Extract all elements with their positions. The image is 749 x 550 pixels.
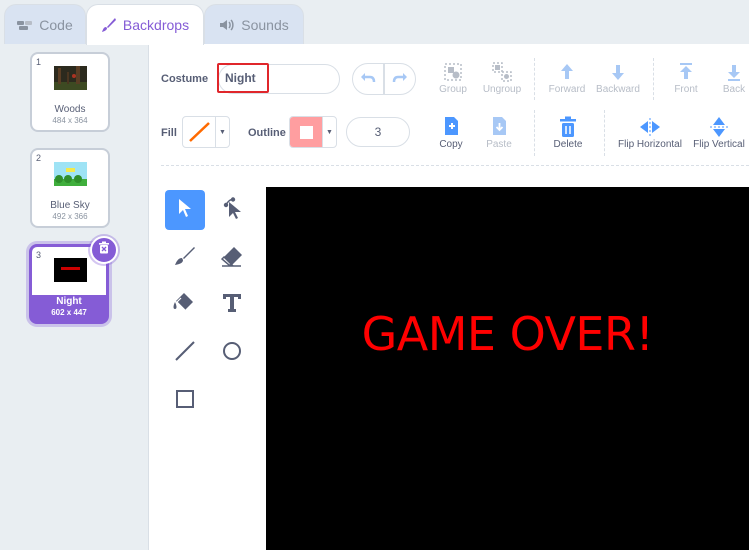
circle-icon [221,340,243,367]
front-icon [676,60,696,84]
back-button[interactable]: Back [714,60,749,95]
flip-horizontal-button[interactable]: Flip Horizontal [616,115,684,150]
delete-label: Delete [553,139,583,150]
tab-sounds[interactable]: Sounds [204,4,304,44]
backdrop-name: Night [56,296,82,307]
rectangle-icon [174,388,196,415]
rectangle-tool[interactable] [165,381,205,421]
flip-vertical-icon [710,115,728,139]
back-icon [724,60,744,84]
backdrop-number: 3 [36,250,42,260]
paste-icon [489,115,509,139]
paint-editor-window: Code Backdrops Sounds 1 Woods 484 x 364 … [0,0,749,550]
backdrop-size: 484 x 364 [52,116,88,125]
chevron-down-icon: ▼ [215,117,229,147]
text-tool[interactable] [212,285,252,325]
forward-icon [557,60,577,84]
paste-button[interactable]: Paste [479,115,519,150]
forward-button[interactable]: Forward [545,60,589,95]
tab-code-label: Code [39,16,73,33]
flip-horizontal-icon [639,115,661,139]
tab-code[interactable]: Code [4,4,86,44]
ungroup-button[interactable]: Ungroup [480,60,524,95]
line-icon [174,340,196,367]
reshape-tool[interactable] [212,190,252,230]
toolbar-divider [534,110,535,156]
fill-label: Fill [161,127,177,139]
toolbar-divider [653,58,654,100]
backdrop-card-blue-sky[interactable]: 2 Blue Sky 492 x 366 [30,148,110,228]
undo-icon [360,70,376,88]
trash-icon [98,241,110,259]
chevron-down-icon: ▼ [322,117,336,147]
undo-button[interactable] [352,63,384,95]
back-label: Back [722,84,746,95]
delete-button[interactable]: Delete [548,115,588,150]
reshape-icon [221,196,243,224]
tab-backdrops-label: Backdrops [122,17,190,33]
arrow-pointer-icon [177,198,193,223]
delete-backdrop-button[interactable] [90,236,118,264]
group-icon [443,60,463,84]
tab-backdrops[interactable]: Backdrops [86,4,204,45]
canvas-text-game-over: GAME OVER! [361,307,654,361]
fill-color-picker[interactable]: ▼ [182,116,230,148]
outline-width-input[interactable]: 3 [346,117,410,147]
backward-icon [608,60,628,84]
outline-label: Outline [248,127,286,139]
brush-tool[interactable] [165,238,205,278]
costume-name-value: Night [225,71,256,85]
backward-button[interactable]: Backward [595,60,641,95]
backdrop-thumbnail-night [54,258,87,282]
backdrop-number: 1 [36,57,42,67]
backdrop-thumbnail-blue-sky [54,162,87,186]
redo-button[interactable] [384,63,416,95]
backward-label: Backward [596,84,640,95]
outline-color-picker[interactable]: ▼ [289,116,337,148]
flip-vertical-button[interactable]: Flip Vertical [690,115,748,150]
costume-label: Costume [161,73,209,85]
tab-sounds-label: Sounds [241,16,289,33]
front-button[interactable]: Front [666,60,706,95]
backdrop-thumbnail-woods [54,66,87,90]
paint-canvas[interactable]: GAME OVER! [266,187,749,550]
trash-icon [558,115,578,139]
paste-label: Paste [486,139,512,150]
flip-vertical-label: Flip Vertical [693,139,745,150]
group-label: Group [439,84,467,95]
eraser-icon [220,245,243,272]
fill-swatch-icon [188,121,212,148]
redo-icon [392,70,408,88]
copy-icon [441,115,461,139]
circle-tool[interactable] [212,333,252,373]
forward-label: Forward [548,84,586,95]
backdrop-name: Woods [54,104,86,115]
toolbar-divider [534,58,535,100]
backdrop-name: Blue Sky [50,200,90,211]
ungroup-label: Ungroup [482,84,522,95]
flip-horizontal-label: Flip Horizontal [618,139,682,150]
backdrop-size: 492 x 366 [52,212,88,221]
ungroup-icon [492,60,512,84]
paintbrush-icon [101,17,117,33]
eraser-tool[interactable] [212,238,252,278]
fill-tool[interactable] [165,285,205,325]
paint-bucket-icon [173,292,197,319]
toolbar-separator [161,165,749,166]
code-icon [17,19,33,31]
speaker-icon [219,18,235,32]
brush-icon [174,245,196,272]
backdrop-size: 602 x 447 [51,308,87,317]
toolbar-divider [604,110,605,156]
select-tool[interactable] [165,190,205,230]
copy-button[interactable]: Copy [431,115,471,150]
copy-label: Copy [439,139,463,150]
outline-swatch-icon [290,117,323,147]
backdrop-card-woods[interactable]: 1 Woods 484 x 364 [30,52,110,132]
front-label: Front [674,84,698,95]
text-icon [222,293,242,318]
group-button[interactable]: Group [433,60,473,95]
line-tool[interactable] [165,333,205,373]
backdrop-number: 2 [36,153,42,163]
